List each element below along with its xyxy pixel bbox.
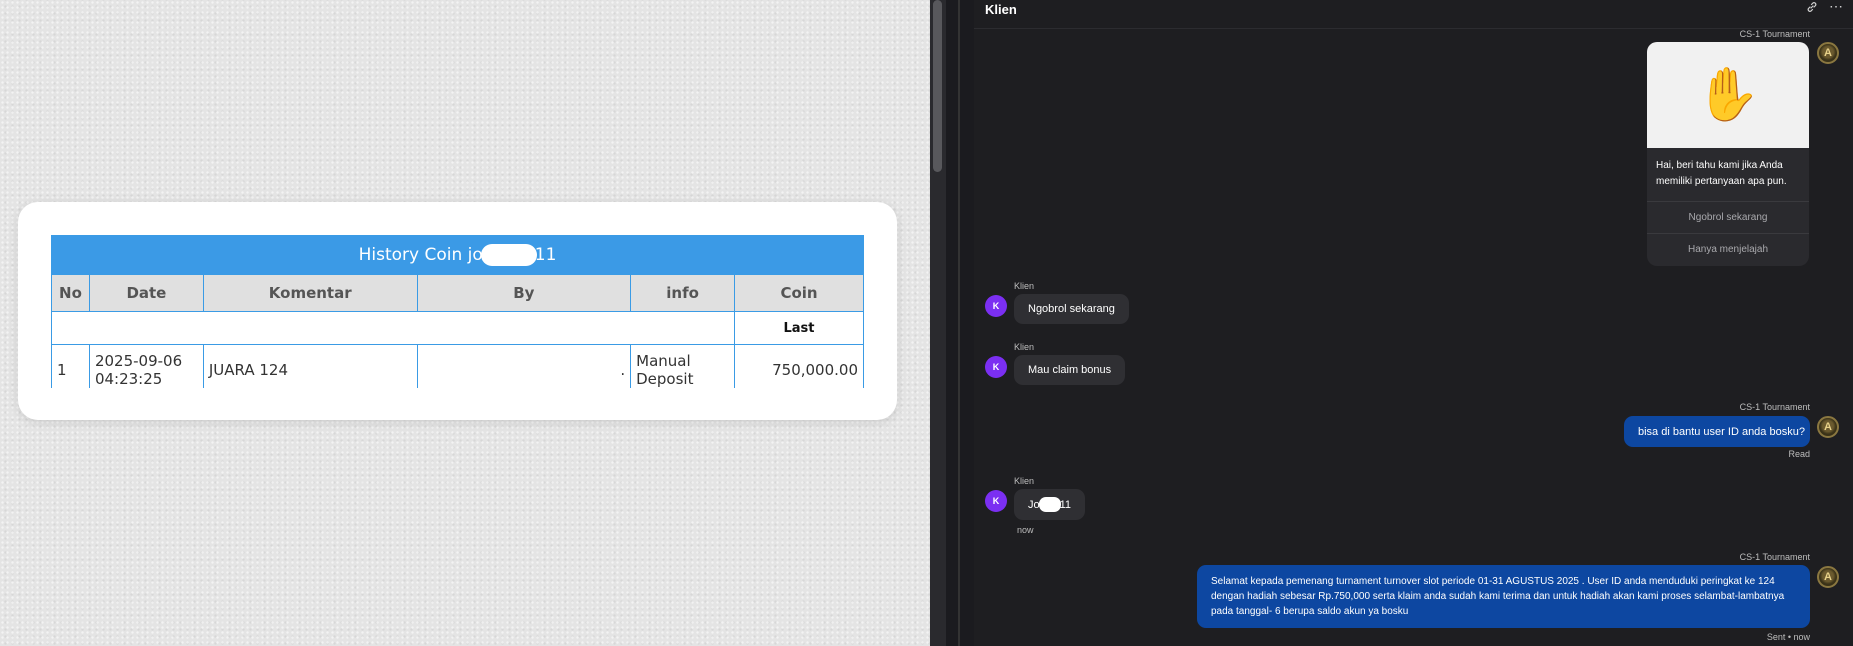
chat-title: Klien bbox=[985, 2, 1017, 17]
welcome-image: ✋ bbox=[1647, 42, 1809, 148]
redaction-mark bbox=[480, 244, 537, 266]
sent-status: Sent • now bbox=[1766, 632, 1810, 642]
sender-label-agent: CS-1 Tournament bbox=[1739, 552, 1810, 562]
sender-label-client: Klien bbox=[1014, 342, 1035, 352]
cell-info-line1: Manual bbox=[636, 351, 691, 370]
history-card: History Coin jo 11 No Date Komentar By in… bbox=[18, 202, 897, 420]
column-header-info: info bbox=[630, 274, 736, 312]
cell-date-line1: 2025-09-06 bbox=[94, 351, 183, 370]
agent-avatar: A bbox=[1817, 416, 1839, 438]
welcome-text: Hai, beri tahu kami jika Anda memiliki p… bbox=[1656, 160, 1787, 187]
table-row: 1 2025-09-06 04:23:25 JUARA 124 . Manual… bbox=[51, 344, 864, 388]
scrollbar[interactable] bbox=[930, 0, 946, 646]
last-label: Last bbox=[734, 311, 864, 345]
agent-avatar: A bbox=[1817, 566, 1839, 588]
message-bubble-agent: Selamat kepada pemenang turnament turnov… bbox=[1197, 565, 1810, 628]
message-text-prefix: Jo bbox=[1028, 498, 1040, 511]
client-avatar: K bbox=[985, 490, 1007, 512]
redaction-mark bbox=[1038, 497, 1061, 512]
background-panel: History Coin jo 11 No Date Komentar By in… bbox=[0, 0, 930, 646]
last-row-spacer bbox=[51, 311, 736, 345]
panel-divider bbox=[930, 0, 974, 646]
cell-komentar: JUARA 124 bbox=[202, 344, 418, 388]
welcome-card: ✋ Hai, beri tahu kami jika Anda memiliki… bbox=[1647, 42, 1809, 266]
message-time: now bbox=[1017, 525, 1034, 535]
chat-panel: Klien ⋯ CS-1 Tournament ✋ Hai, beri tahu… bbox=[974, 0, 1853, 646]
column-header-komentar: Komentar bbox=[202, 274, 418, 312]
cell-date: 2025-09-06 04:23:25 bbox=[88, 344, 204, 388]
history-title-prefix: History Coin jo bbox=[358, 245, 483, 265]
history-header-row: No Date Komentar By info Coin bbox=[51, 274, 864, 312]
message-bubble-agent: bisa di bantu user ID anda bosku? bbox=[1624, 416, 1810, 447]
cell-no: 1 bbox=[51, 344, 90, 388]
column-header-date: Date bbox=[88, 274, 204, 312]
cell-by: . bbox=[416, 344, 632, 388]
message-bubble-client: Mau claim bonus bbox=[1014, 355, 1126, 385]
read-status: Read bbox=[1788, 449, 1810, 459]
option-ngobrol-sekarang[interactable]: Ngobrol sekarang bbox=[1647, 201, 1809, 233]
link-icon[interactable] bbox=[1806, 1, 1818, 16]
cell-coin: 750,000.00 bbox=[734, 344, 864, 388]
sender-label-agent: CS-1 Tournament bbox=[1739, 29, 1810, 39]
history-title-suffix: 11 bbox=[534, 245, 557, 265]
scrollbar-thumb[interactable] bbox=[933, 0, 942, 172]
sender-label-client: Klien bbox=[1014, 281, 1035, 291]
message-text-suffix: 11 bbox=[1059, 498, 1072, 511]
client-avatar: K bbox=[985, 356, 1007, 378]
sender-label-client: Klien bbox=[1014, 476, 1035, 486]
message-bubble-client: Jo 11 bbox=[1014, 489, 1086, 520]
column-header-no: No bbox=[51, 274, 90, 312]
history-last-row: Last bbox=[51, 311, 864, 345]
agent-avatar: A bbox=[1817, 42, 1839, 64]
cell-info-line2: Deposit bbox=[636, 369, 694, 388]
divider-line bbox=[958, 0, 960, 646]
column-header-coin: Coin bbox=[734, 274, 864, 312]
cell-date-line2: 04:23:25 bbox=[94, 369, 163, 388]
chat-header: Klien ⋯ bbox=[974, 0, 1853, 29]
client-avatar: K bbox=[985, 295, 1007, 317]
history-table-viewport: History Coin jo 11 No Date Komentar By in… bbox=[51, 235, 864, 388]
message-bubble-client: Ngobrol sekarang bbox=[1014, 294, 1129, 324]
cell-info: Manual Deposit bbox=[630, 344, 736, 388]
more-icon[interactable]: ⋯ bbox=[1829, 0, 1843, 15]
history-table: History Coin jo 11 No Date Komentar By in… bbox=[51, 235, 864, 388]
column-header-by: By bbox=[416, 274, 632, 312]
history-title: History Coin jo 11 bbox=[51, 235, 864, 275]
waving-hand-icon: ✋ bbox=[1695, 66, 1761, 124]
option-hanya-menjelajah[interactable]: Hanya menjelajah bbox=[1647, 233, 1809, 265]
sender-label-agent: CS-1 Tournament bbox=[1739, 402, 1810, 412]
